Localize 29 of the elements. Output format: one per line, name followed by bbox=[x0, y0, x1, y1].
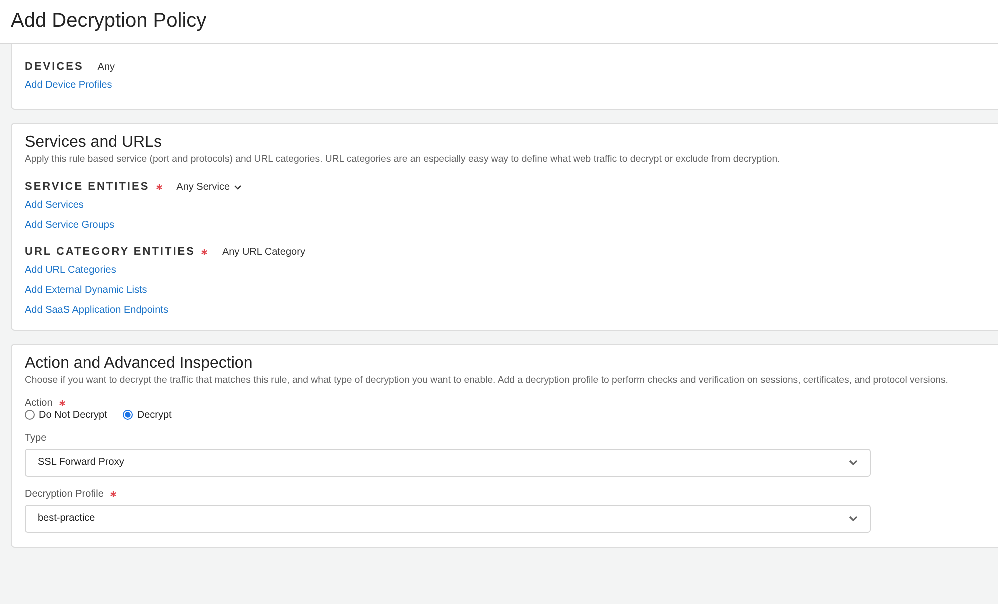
radio-option[interactable]: Do Not Decrypt bbox=[25, 410, 108, 421]
radio-button[interactable] bbox=[25, 410, 35, 420]
section-description: Choose if you want to decrypt the traffic that matches this rule, and what type of decryption you want to enable. Add a decryption profile to perform checks and verification on sessions, certificates, and protocol versions. bbox=[25, 375, 950, 388]
select-field[interactable]: best-practice bbox=[25, 504, 871, 533]
field-label: Type bbox=[25, 432, 47, 444]
section-title: Action and Advanced Inspection bbox=[25, 355, 254, 374]
select-field[interactable]: SSL Forward Proxy bbox=[25, 448, 871, 477]
entity-value: Any URL Category bbox=[222, 246, 306, 258]
entity-value: Any bbox=[98, 62, 116, 72]
add-link[interactable]: Add Service Groups bbox=[25, 220, 114, 232]
add-link[interactable]: Add Services bbox=[25, 200, 84, 212]
add-link[interactable]: Add External Dynamic Lists bbox=[25, 285, 148, 296]
entity-label: SERVICE ENTITIES bbox=[25, 181, 150, 194]
radio-option[interactable]: Decrypt bbox=[123, 410, 172, 421]
entity-label: URL CATEGORY ENTITIES bbox=[25, 246, 196, 258]
field-label: Action bbox=[25, 398, 53, 409]
chevron-down-icon bbox=[849, 516, 858, 522]
add-link[interactable]: Add Device Profiles bbox=[25, 80, 112, 91]
entity-dropdown[interactable]: Any Service bbox=[176, 182, 242, 193]
entity-label: DEVICES bbox=[25, 61, 84, 73]
page-title: Add Decryption Policy bbox=[11, 10, 207, 33]
field-label: Decryption Profile bbox=[25, 488, 104, 500]
section-description: Apply this rule based service (port and protocols) and URL categories. URL categories are an especially easy way to define what web traffic to decrypt or exclude from decryption. bbox=[25, 154, 782, 166]
section-title: Services and URLs bbox=[25, 134, 163, 152]
caret-icon bbox=[234, 184, 242, 190]
add-link[interactable]: Add SaaS Application Endpoints bbox=[25, 305, 168, 316]
radio-button[interactable] bbox=[123, 410, 134, 420]
add-link[interactable]: Add URL Categories bbox=[25, 265, 116, 276]
chevron-down-icon bbox=[849, 460, 858, 466]
